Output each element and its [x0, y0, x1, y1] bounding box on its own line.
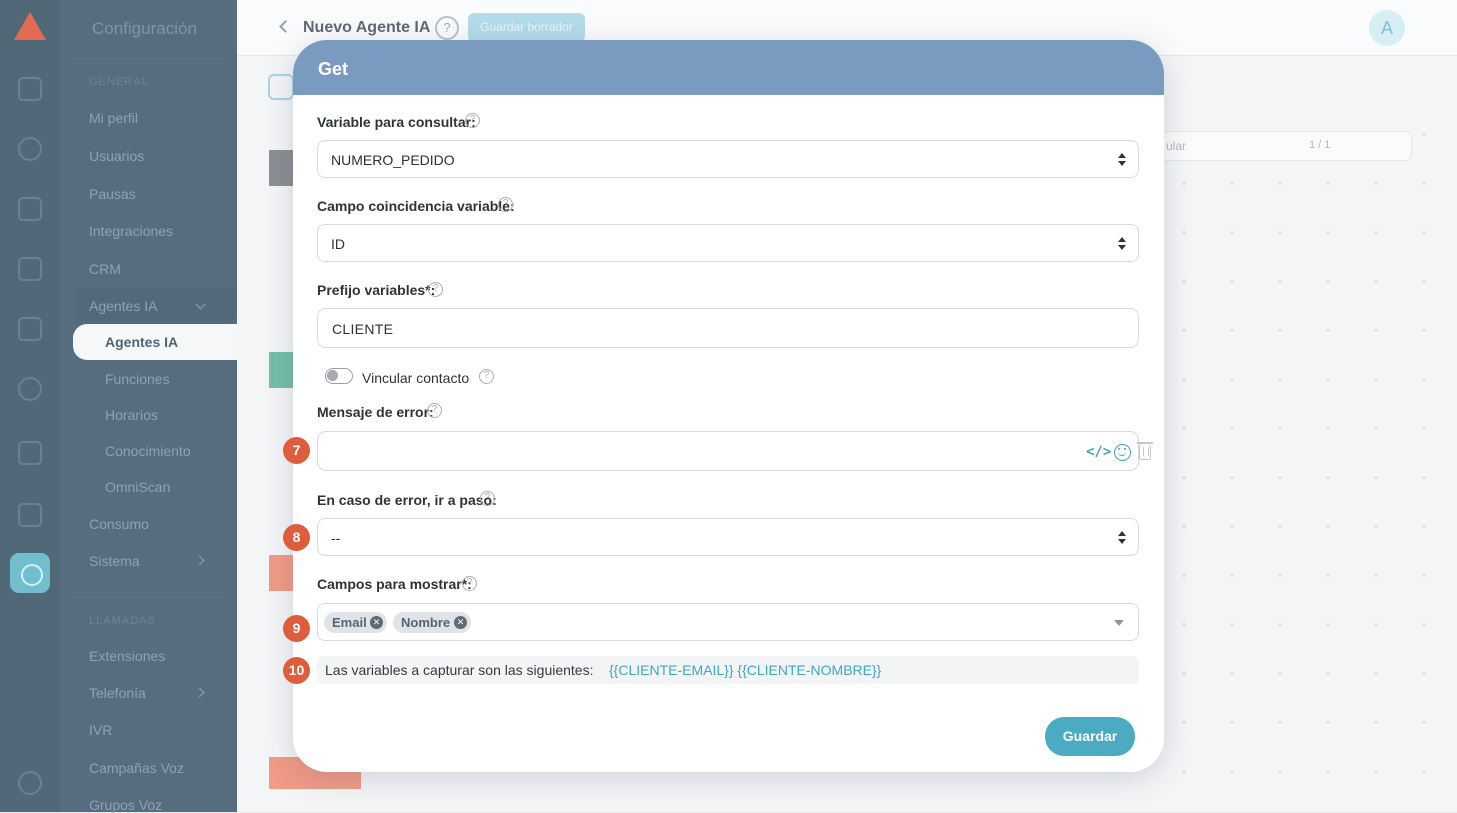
prefix-input-value: CLIENTE: [332, 321, 394, 337]
modal-header: Get: [293, 40, 1164, 95]
sort-arrows-icon: [1118, 153, 1126, 167]
error-message-label: Mensaje de error:: [317, 404, 434, 420]
sort-arrows-icon: [1118, 531, 1126, 545]
match-field-value: ID: [331, 236, 345, 252]
variable-select-value: NUMERO_PEDIDO: [331, 152, 455, 168]
capture-variables-info: Las variables a capturar son las siguien…: [317, 656, 1139, 684]
get-modal: Get Variable para consultar: ? NUMERO_PE…: [293, 40, 1164, 772]
step-badge: 9: [283, 615, 310, 642]
step-badge: 10: [283, 657, 310, 684]
link-contact-label: Vincular contacto: [362, 370, 470, 386]
fields-multiselect[interactable]: Email ✕ Nombre ✕: [317, 603, 1139, 641]
prefix-label: Prefijo variables*:: [317, 282, 436, 298]
match-field-label: Campo coincidencia variable:: [317, 198, 515, 214]
save-button[interactable]: Guardar: [1045, 717, 1135, 756]
tag-email: Email ✕: [324, 612, 387, 633]
emoji-icon[interactable]: [1114, 444, 1131, 461]
match-field-select[interactable]: ID: [317, 224, 1139, 262]
remove-tag-icon[interactable]: ✕: [370, 616, 383, 629]
error-message-input[interactable]: </>: [317, 431, 1153, 471]
info-text: Las variables a capturar son las siguien…: [325, 662, 594, 678]
variable-select[interactable]: NUMERO_PEDIDO: [317, 140, 1139, 178]
help-icon[interactable]: ?: [465, 113, 480, 128]
prefix-input[interactable]: CLIENTE: [317, 308, 1139, 348]
error-step-select[interactable]: --: [317, 518, 1139, 556]
link-contact-toggle[interactable]: [325, 368, 353, 384]
error-step-label: En caso de error, ir a paso:: [317, 492, 497, 508]
help-icon[interactable]: ?: [479, 369, 494, 384]
step-badge: 7: [283, 437, 310, 464]
error-step-value: --: [331, 530, 341, 546]
trash-icon[interactable]: [1137, 442, 1153, 460]
help-icon[interactable]: ?: [462, 576, 477, 591]
variable-label: Variable para consultar:: [317, 114, 476, 130]
tag-email-label: Email: [332, 615, 367, 630]
help-icon[interactable]: ?: [428, 282, 443, 297]
step-badge: 8: [283, 524, 310, 551]
caret-down-icon[interactable]: [1114, 620, 1124, 626]
sort-arrows-icon: [1118, 237, 1126, 251]
info-variables: {{CLIENTE-EMAIL}} {{CLIENTE-NOMBRE}}: [609, 662, 882, 678]
fields-label: Campos para mostrar*:: [317, 576, 472, 592]
help-icon[interactable]: ?: [427, 403, 442, 418]
tag-nombre-label: Nombre: [401, 615, 451, 630]
tag-nombre: Nombre ✕: [393, 612, 471, 633]
help-icon[interactable]: ?: [498, 197, 513, 212]
help-icon[interactable]: ?: [480, 491, 495, 506]
remove-tag-icon[interactable]: ✕: [454, 616, 467, 629]
modal-title: Get: [318, 59, 349, 79]
code-icon[interactable]: </>: [1086, 444, 1111, 460]
